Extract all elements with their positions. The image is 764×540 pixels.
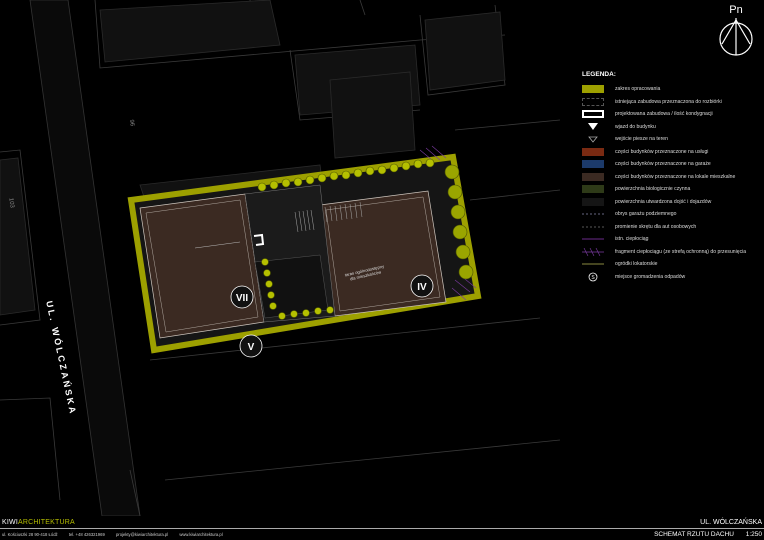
contact-phone: tel. +48 426321969 bbox=[68, 532, 105, 537]
legend-swatch bbox=[582, 85, 604, 94]
svg-text:V: V bbox=[248, 342, 255, 353]
legend-swatch bbox=[582, 185, 604, 194]
legend-label: zakres opracowania bbox=[615, 86, 661, 93]
legend-label: projektowana zabudowa / ilość kondygnacj… bbox=[615, 111, 713, 118]
drawing-scale: 1:250 bbox=[745, 531, 762, 538]
contact-web: www.kiwiarchitektura.pl bbox=[179, 532, 223, 537]
brand-kiwi: KIWI bbox=[2, 519, 18, 526]
legend-item: powierzchnia utwardzona dojść i dojazdów bbox=[582, 196, 764, 209]
legend-swatch bbox=[582, 235, 604, 243]
legend-label: miejsce gromadzenia odpadów bbox=[615, 273, 686, 280]
legend-label: powierzchnia biologicznie czynna bbox=[615, 186, 691, 193]
legend-item: ogródki lokatorskie bbox=[582, 258, 764, 271]
legend-swatch bbox=[582, 97, 604, 106]
legend-item: promienie skrętu dla aut osobowych bbox=[582, 221, 764, 234]
svg-text:IV: IV bbox=[417, 282, 427, 293]
legend-label: promienie skrętu dla aut osobowych bbox=[615, 223, 697, 230]
legend-label: części budynków przeznaczone na garaże bbox=[615, 161, 711, 168]
legend-label: istn. ciepłociąg bbox=[615, 236, 649, 243]
legend-item: obrys garażu podziemnego bbox=[582, 208, 764, 221]
legend-item: fragment ciepłociągu (ze strefą ochronną… bbox=[582, 246, 764, 259]
legend-item: wejście piesze na teren bbox=[582, 133, 764, 146]
legend-item: projektowana zabudowa / ilość kondygnacj… bbox=[582, 108, 764, 121]
legend-swatch bbox=[582, 223, 604, 231]
legend-label: istniejąca zabudowa przeznaczona do rozb… bbox=[615, 98, 722, 105]
legend-label: wjazd do budynku bbox=[615, 123, 656, 130]
legend-swatch bbox=[582, 110, 604, 119]
legend-swatch bbox=[582, 247, 604, 256]
building-iv bbox=[319, 190, 447, 317]
drawing-title: SCHEMAT RZUTU DACHU bbox=[654, 531, 734, 538]
legend-swatch bbox=[582, 197, 604, 206]
legend-swatch bbox=[582, 123, 604, 131]
legend-swatch bbox=[582, 135, 604, 143]
site-plan-drawing: VII IV V bbox=[0, 0, 573, 516]
legend-label: powierzchnia utwardzona dojść i dojazdów bbox=[615, 198, 712, 205]
legend-item: Smiejsce gromadzenia odpadów bbox=[582, 271, 764, 284]
legend-label: obrys garażu podziemnego bbox=[615, 211, 677, 218]
legend-swatch bbox=[582, 147, 604, 156]
legend-item: powierzchnia biologicznie czynna bbox=[582, 183, 764, 196]
legend-item: istniejąca zabudowa przeznaczona do rozb… bbox=[582, 96, 764, 109]
brand-logo: KIWIARCHITEKTURA bbox=[2, 519, 75, 526]
legend-label: wejście piesze na teren bbox=[615, 136, 668, 143]
legend-list: zakres opracowania istniejąca zabudowa pr… bbox=[582, 83, 764, 283]
legend-title: LEGENDA: bbox=[582, 71, 616, 78]
legend-item: części budynków przeznaczone na lokale m… bbox=[582, 171, 764, 184]
footer-divider bbox=[0, 528, 764, 529]
legend-item: zakres opracowania bbox=[582, 83, 764, 96]
svg-text:VII: VII bbox=[236, 293, 248, 304]
plot-number-left: 103 bbox=[7, 197, 15, 209]
svg-text:S: S bbox=[591, 275, 595, 281]
contact-info: ul. Kościuszki 28 90-418 Łódź tel. +48 4… bbox=[2, 532, 233, 537]
legend-swatch bbox=[582, 172, 604, 181]
contact-address: ul. Kościuszki 28 90-418 Łódź bbox=[2, 532, 58, 537]
legend-label: części budynków przeznaczone na lokale m… bbox=[615, 173, 736, 180]
building-vii bbox=[139, 193, 265, 339]
legend-label: fragment ciepłociągu (ze strefą ochronną… bbox=[615, 248, 747, 255]
footer-street: UL. WÓLCZAŃSKA bbox=[700, 519, 762, 526]
plot-number-top: 96 bbox=[127, 119, 135, 127]
north-arrow: Pn bbox=[716, 4, 756, 56]
legend-label: części budynków przeznaczone na usługi bbox=[615, 148, 709, 155]
legend-label: ogródki lokatorskie bbox=[615, 261, 658, 268]
legend-item: części budynków przeznaczone na usługi bbox=[582, 146, 764, 159]
legend-swatch bbox=[582, 260, 604, 268]
legend-item: części budynków przeznaczone na garaże bbox=[582, 158, 764, 171]
legend-item: wjazd do budynku bbox=[582, 121, 764, 134]
legend-swatch bbox=[582, 160, 604, 169]
brand-architektura: ARCHITEKTURA bbox=[17, 519, 75, 526]
legend-swatch bbox=[582, 210, 604, 218]
legend-item: istn. ciepłociąg bbox=[582, 233, 764, 246]
legend-swatch: S bbox=[582, 272, 604, 282]
compass-icon bbox=[719, 18, 753, 56]
contact-email: projekty@kiwiarchitektura.pl bbox=[115, 532, 169, 537]
